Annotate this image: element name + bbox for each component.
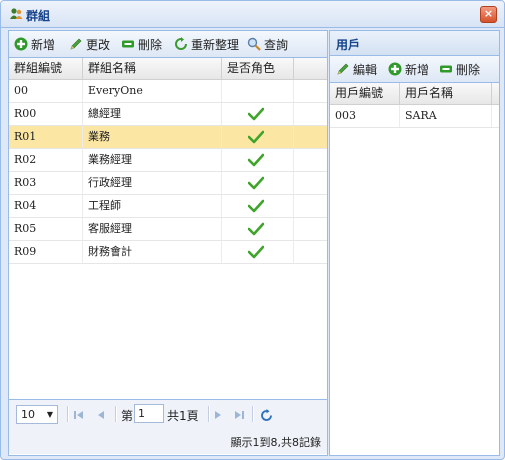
pencil-icon (70, 38, 82, 50)
group-code-cell: R09 (9, 241, 83, 263)
is-role-cell (222, 149, 294, 171)
group-name-cell: EveryOne (83, 80, 222, 102)
group-code-cell: R02 (9, 149, 83, 171)
user-grid: 用戶編號 用戶名稱 003 SARA (330, 83, 499, 453)
pager-separator (115, 406, 117, 422)
col-group-code[interactable]: 群組編號 (9, 58, 83, 79)
page-prefix: 第 (121, 409, 134, 423)
group-name-cell: 客服經理 (83, 218, 222, 240)
checkmark-icon (248, 176, 264, 190)
pager-info: 顯示1到8,共8記錄 (230, 436, 322, 449)
table-row[interactable]: R04 工程師 (9, 195, 327, 218)
user-add-button[interactable]: 新增 (388, 61, 429, 77)
is-role-cell (222, 103, 294, 125)
col-is-role[interactable]: 是否角色 (222, 58, 294, 79)
add-icon (388, 62, 402, 76)
group-icon (10, 8, 23, 19)
group-name-cell: 總經理 (83, 103, 222, 125)
pagination-bar: 10 ▼ 第 1 共1頁 顯示1到8,共8記錄 (9, 399, 327, 454)
group-panel: 新增 更改 刪除 重新整理 查詢 群組編號 群組名稱 是否角色 00 Every… (8, 30, 328, 456)
group-name-cell: 業務 (83, 126, 222, 148)
group-toolbar: 新增 更改 刪除 重新整理 查詢 (9, 31, 327, 58)
group-name-cell: 行政經理 (83, 172, 222, 194)
add-button[interactable]: 新增 (14, 36, 55, 52)
group-name-cell: 財務會計 (83, 241, 222, 263)
chevron-down-icon: ▼ (46, 410, 53, 419)
group-grid-header: 群組編號 群組名稱 是否角色 (9, 58, 327, 80)
edit-button[interactable]: 更改 (69, 36, 110, 52)
first-page-icon[interactable] (73, 409, 85, 421)
reload-icon[interactable] (260, 409, 273, 422)
page-total: 共1頁 (167, 409, 199, 423)
search-icon (247, 37, 261, 51)
is-role-cell (222, 218, 294, 240)
minus-icon (440, 65, 452, 73)
table-row[interactable]: R05 客服經理 (9, 218, 327, 241)
add-icon (14, 37, 28, 51)
user-toolbar: 編輯 新增 刪除 (330, 56, 499, 83)
checkmark-icon (248, 245, 264, 259)
window-title: 群組 (26, 9, 51, 23)
col-user-name[interactable]: 用戶名稱 (400, 83, 492, 104)
group-code-cell: R01 (9, 126, 83, 148)
next-page-icon[interactable] (212, 409, 224, 421)
checkmark-icon (248, 199, 264, 213)
col-group-name[interactable]: 群組名稱 (83, 58, 222, 79)
user-edit-button[interactable]: 編輯 (336, 61, 377, 77)
table-row[interactable]: R02 業務經理 (9, 149, 327, 172)
refresh-icon (175, 37, 187, 50)
checkmark-icon (248, 153, 264, 167)
last-page-icon[interactable] (233, 409, 245, 421)
pager-separator (252, 406, 254, 422)
group-code-cell: R04 (9, 195, 83, 217)
group-code-cell: R03 (9, 172, 83, 194)
search-button[interactable]: 查詢 (247, 36, 288, 52)
group-name-cell: 工程師 (83, 195, 222, 217)
is-role-cell (222, 80, 294, 102)
group-code-cell: 00 (9, 80, 83, 102)
col-user-code[interactable]: 用戶編號 (330, 83, 400, 104)
user-panel-header: 用戶 (330, 31, 499, 56)
group-grid: 群組編號 群組名稱 是否角色 00 EveryOne R00 總經理 R01 業務 R02 業… (9, 58, 327, 398)
page-size-select[interactable]: 10 ▼ (16, 405, 58, 424)
user-grid-header: 用戶編號 用戶名稱 (330, 83, 499, 105)
delete-button[interactable]: 刪除 (121, 36, 162, 52)
group-window: 群組 × 新增 更改 刪除 重新整理 查詢 群組編號 群組名稱 是否角色 00 … (0, 0, 505, 460)
user-code-cell: 003 (330, 105, 400, 127)
pager-separator (208, 406, 210, 422)
is-role-cell (222, 195, 294, 217)
table-row[interactable]: R03 行政經理 (9, 172, 327, 195)
checkmark-icon (248, 107, 264, 121)
close-icon[interactable]: × (480, 6, 497, 23)
checkmark-icon (248, 130, 264, 144)
prev-page-icon[interactable] (95, 409, 107, 421)
table-row[interactable]: R01 業務 (9, 126, 327, 149)
is-role-cell (222, 241, 294, 263)
user-delete-button[interactable]: 刪除 (439, 61, 480, 77)
user-name-cell: SARA (400, 105, 492, 127)
table-row[interactable]: 00 EveryOne (9, 80, 327, 103)
window-titlebar: 群組 × (1, 1, 504, 28)
is-role-cell (222, 172, 294, 194)
user-panel: 用戶 編輯 新增 刪除 用戶編號 用戶名稱 003 SARA (329, 30, 500, 456)
is-role-cell (222, 126, 294, 148)
table-row[interactable]: 003 SARA (330, 105, 499, 128)
table-row[interactable]: R00 總經理 (9, 103, 327, 126)
pencil-icon (337, 63, 349, 75)
user-panel-title: 用戶 (336, 38, 361, 52)
group-name-cell: 業務經理 (83, 149, 222, 171)
minus-icon (122, 40, 134, 48)
refresh-button[interactable]: 重新整理 (174, 36, 239, 52)
checkmark-icon (248, 222, 264, 236)
pager-separator (67, 406, 69, 422)
table-row[interactable]: R09 財務會計 (9, 241, 327, 264)
group-code-cell: R05 (9, 218, 83, 240)
group-code-cell: R00 (9, 103, 83, 125)
page-number-input[interactable]: 1 (134, 404, 164, 423)
